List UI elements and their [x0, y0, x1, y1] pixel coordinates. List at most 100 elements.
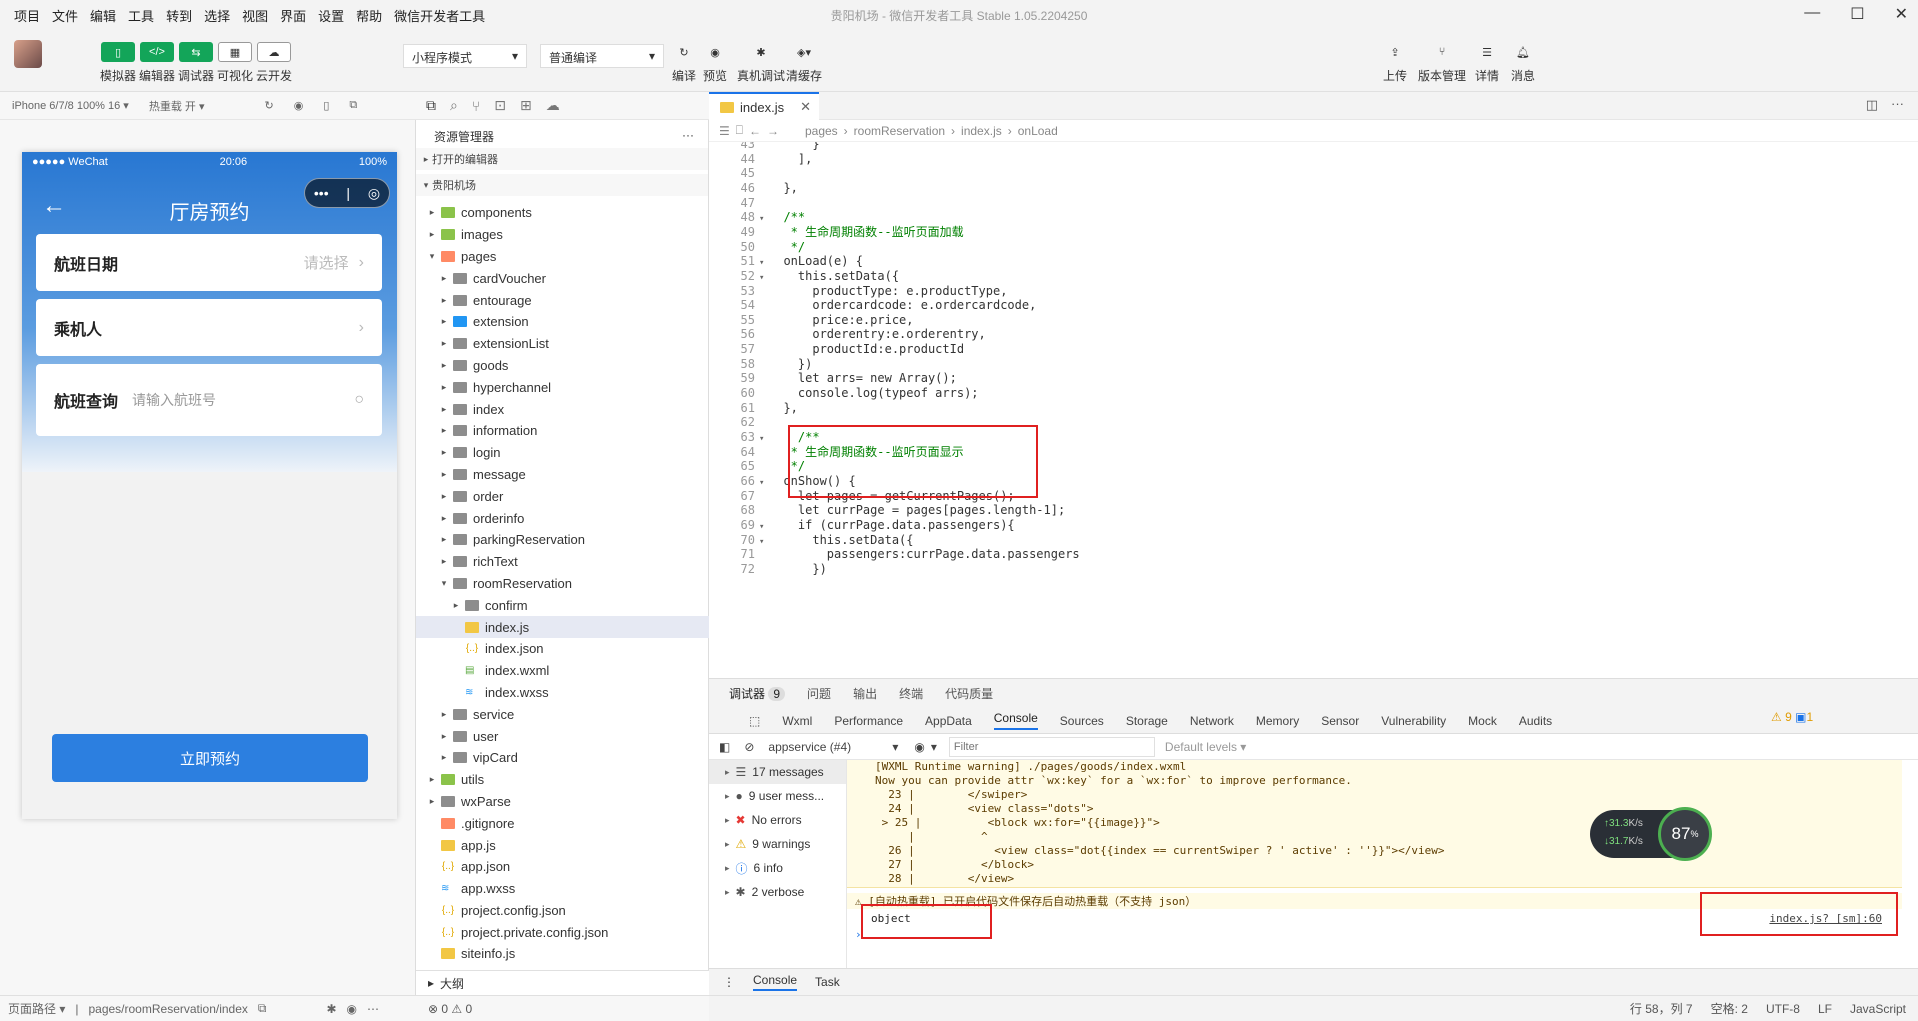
tab-task[interactable]: Task [815, 975, 840, 989]
context-select[interactable]: appservice (#4) ▾ [768, 740, 898, 754]
tab-quality[interactable]: 代码质量 [945, 685, 993, 702]
file-tree-item[interactable]: ▸ orderinfo [416, 507, 709, 529]
file-tree-item[interactable]: ▸ utils [416, 769, 709, 791]
devtools-tab[interactable]: Mock [1468, 714, 1497, 728]
bug-icon[interactable]: ✱ [326, 1002, 336, 1016]
console-filter-item[interactable]: ▸ ✱ 2 verbose [709, 880, 846, 904]
details-button[interactable]: ☰ 详情 [1470, 42, 1504, 84]
debugger-button[interactable]: ⇆ 调试器 [178, 42, 214, 84]
devtools-tab[interactable]: Audits [1519, 714, 1552, 728]
file-tree-item[interactable]: {..} app.json [416, 856, 709, 878]
file-tree-item[interactable]: app.js [416, 834, 709, 856]
file-tree-item[interactable]: ▸ service [416, 703, 709, 725]
close-icon[interactable]: ✕ [800, 99, 811, 115]
eye-icon[interactable]: ◉ [914, 740, 924, 754]
file-tree-item[interactable]: ▸ user [416, 725, 709, 747]
file-tree-item[interactable]: {..} project.config.json [416, 900, 709, 922]
file-tree-item[interactable]: {..} project.private.config.json [416, 921, 709, 943]
crumb-pages[interactable]: pages [805, 124, 838, 138]
tab-problems[interactable]: 问题 [807, 685, 831, 702]
console-filter-item[interactable]: ▸ ⚠ 9 warnings [709, 832, 846, 856]
devtools-tab[interactable]: AppData [925, 714, 972, 728]
tab-index-js[interactable]: index.js ✕ [709, 92, 819, 120]
flight-number-input[interactable]: 请输入航班号 [132, 390, 216, 410]
flight-date-row[interactable]: 航班日期 请选择 › [36, 234, 382, 291]
file-tree-item[interactable]: {..} index.json [416, 638, 709, 660]
file-tree-item[interactable]: ▾ roomReservation [416, 573, 709, 595]
console-filter-item[interactable]: ▸ ⓘ 6 info [709, 856, 846, 880]
devtools-tab[interactable]: Network [1190, 714, 1234, 728]
cloud-button[interactable]: ☁ 云开发 [256, 42, 292, 84]
hotreload-select[interactable]: 热重载 开 ▾ [149, 98, 205, 114]
file-tree-item[interactable]: ▸ vipCard [416, 747, 709, 769]
file-tree-item[interactable]: siteinfo.js [416, 943, 709, 965]
filter-input[interactable] [948, 736, 1155, 757]
file-tree-item[interactable]: ▸ goods [416, 355, 709, 377]
mode-select[interactable]: 小程序模式 ▾ [403, 44, 527, 68]
file-tree-item[interactable]: ▸ wxParse [416, 791, 709, 813]
file-tree-item[interactable]: ≋ index.wxss [416, 682, 709, 704]
console-filter-item[interactable]: ▸ ☰ 17 messages [709, 760, 846, 784]
file-tree-item[interactable]: ▸ confirm [416, 594, 709, 616]
devtools-tab[interactable]: Wxml [782, 714, 812, 728]
stop-icon[interactable]: ◉ [294, 99, 304, 112]
more-icon[interactable]: ··· [682, 128, 694, 142]
more-icon[interactable]: ••• [314, 185, 329, 201]
file-tree-item[interactable]: ▸ entourage [416, 289, 709, 311]
window-icon[interactable]: ⧉ [349, 99, 357, 112]
cloud-icon[interactable]: ☁ [546, 97, 560, 114]
devtools-tab[interactable]: Sensor [1321, 714, 1359, 728]
visual-button[interactable]: ▦ 可视化 [217, 42, 253, 84]
status-item[interactable]: 空格: 2 [1711, 1000, 1748, 1017]
copy-icon[interactable]: ⧉ [258, 1001, 267, 1016]
more-icon[interactable]: ⋯ [367, 1002, 379, 1016]
tab-debugger[interactable]: 调试器 9 [729, 685, 786, 702]
refresh-icon[interactable]: ↻ [264, 99, 273, 112]
more-icon[interactable]: ⋮ [723, 975, 735, 989]
file-tree-item[interactable]: ▸ parkingReservation [416, 529, 709, 551]
debug-icon[interactable]: ⊡ [494, 97, 506, 114]
file-tree-item[interactable]: ▸ extensionList [416, 333, 709, 355]
extensions-icon[interactable]: ⊞ [520, 97, 532, 114]
status-item[interactable]: LF [1818, 1002, 1832, 1016]
eye-icon[interactable]: ◉ [347, 1002, 357, 1016]
levels-select[interactable]: Default levels ▾ [1165, 740, 1246, 754]
clear-icon[interactable]: ⊘ [744, 740, 754, 754]
passenger-row[interactable]: 乘机人 › [36, 299, 382, 356]
outline-section[interactable]: ▸ 大纲 [416, 970, 709, 995]
sidebar-toggle-icon[interactable]: ◧ [719, 740, 730, 754]
console-filter-item[interactable]: ▸ ● 9 user mess... [709, 784, 846, 808]
open-editors-section[interactable]: ▸ 打开的编辑器 [416, 148, 708, 170]
clear-cache-button[interactable]: ◈▾ 清缓存 [786, 42, 822, 84]
devtools-tab[interactable]: Storage [1126, 714, 1168, 728]
bookmark-icon[interactable]: ⎕ [736, 123, 743, 138]
files-icon[interactable]: ⧉ [426, 97, 436, 114]
file-tree-item[interactable]: ▸ components [416, 202, 709, 224]
devtools-tab[interactable]: Memory [1256, 714, 1299, 728]
devtools-tab[interactable]: Sources [1060, 714, 1104, 728]
file-tree-item[interactable]: ▸ message [416, 464, 709, 486]
devtools-tab[interactable]: Vulnerability [1381, 714, 1446, 728]
device-select[interactable]: iPhone 6/7/8 100% 16 ▾ [12, 99, 129, 112]
warning-count[interactable]: ⚠ 9 ▣1 [1771, 710, 1813, 724]
status-item[interactable]: 行 58，列 7 [1630, 1000, 1693, 1017]
split-icon[interactable]: ◫ [1866, 97, 1878, 113]
minimize-icon[interactable]: — [1804, 4, 1820, 24]
file-tree-item[interactable]: ▸ order [416, 485, 709, 507]
compile-mode-select[interactable]: 普通编译 ▾ [540, 44, 664, 68]
messages-button[interactable]: 🔔︎ 消息 [1506, 42, 1540, 84]
file-tree-item[interactable]: .gitignore [416, 812, 709, 834]
search-icon[interactable]: ⌕ [450, 97, 458, 114]
file-tree-item[interactable]: index.js [416, 616, 709, 638]
list-icon[interactable]: ☰ [719, 124, 730, 138]
inspect-icon[interactable]: ⬚ [749, 714, 760, 728]
target-icon[interactable]: ◎ [368, 185, 380, 202]
project-section[interactable]: ▾ 贵阳机场 [416, 174, 708, 196]
problems-status[interactable]: ⊗ 0 ⚠ 0 [416, 995, 709, 1021]
phone-icon[interactable]: ▯ [323, 99, 329, 112]
file-tree-item[interactable]: ▤ index.wxml [416, 660, 709, 682]
file-tree-item[interactable]: ▾ pages [416, 246, 709, 268]
file-tree-item[interactable]: ▸ extension [416, 311, 709, 333]
more-icon[interactable]: ··· [1891, 96, 1904, 111]
tab-terminal[interactable]: 终端 [899, 685, 923, 702]
